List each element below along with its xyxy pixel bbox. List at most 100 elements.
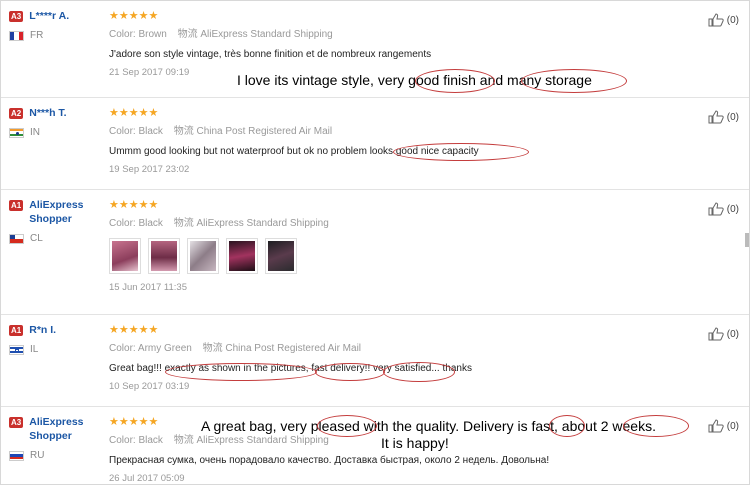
review-photo[interactable] bbox=[109, 238, 141, 274]
rating-stars: ★★★★★ bbox=[109, 324, 159, 336]
reviewer-country: CL bbox=[9, 233, 101, 244]
color-label: Color: bbox=[109, 435, 136, 446]
review-item: A3 AliExpress Shopper RU ★★★★★ Color: Bl… bbox=[1, 407, 749, 484]
flag-fr-icon bbox=[9, 30, 24, 41]
translation-annotation: A great bag, very pleased with the quali… bbox=[201, 418, 656, 434]
helpful-count: (0) bbox=[726, 328, 739, 340]
buyer-level-badge: A1 bbox=[9, 325, 24, 336]
reviewer-info: A1 R*n I. IL bbox=[9, 323, 101, 355]
color-value: Army Green bbox=[137, 343, 192, 354]
buyer-level-badge: A3 bbox=[9, 417, 24, 428]
shipping-label: 物流 bbox=[173, 435, 194, 446]
flag-il-icon bbox=[9, 344, 24, 355]
reviewer-info: A3 L****r A. FR bbox=[9, 9, 101, 41]
buyer-level-badge: A3 bbox=[9, 11, 24, 22]
helpful-count: (0) bbox=[726, 14, 739, 26]
flag-ru-icon bbox=[9, 450, 24, 461]
order-info: Color: Brown 物流 AliExpress Standard Ship… bbox=[109, 28, 669, 41]
order-info: Color: Army Green 物流 China Post Register… bbox=[109, 342, 669, 355]
review-date: 15 Jun 2017 11:35 bbox=[109, 282, 188, 293]
review-item: A1 AliExpress Shopper CL ★★★★★ Color: Bl… bbox=[1, 190, 749, 315]
flag-cl-icon bbox=[9, 233, 24, 244]
reviewer-country: IL bbox=[9, 344, 101, 355]
review-content: ★★★★★ Color: Black 物流 AliExpress Standar… bbox=[109, 198, 669, 294]
reviewer-name[interactable]: AliExpress Shopper bbox=[29, 415, 101, 443]
helpful-count: (0) bbox=[726, 420, 739, 432]
thumbs-up-icon bbox=[708, 202, 724, 216]
review-photo[interactable] bbox=[226, 238, 258, 274]
reviewer-name[interactable]: N***h T. bbox=[29, 106, 66, 120]
review-text: J'adore son style vintage, très bonne fi… bbox=[109, 49, 432, 60]
shipping-method: China Post Registered Air Mail bbox=[225, 343, 362, 354]
shipping-method: AliExpress Standard Shipping bbox=[196, 218, 329, 229]
helpful-count: (0) bbox=[726, 203, 739, 215]
helpful-count: (0) bbox=[726, 111, 739, 123]
reviewer-country: FR bbox=[9, 30, 101, 41]
translation-annotation: It is happy! bbox=[381, 435, 449, 451]
flag-in-icon bbox=[9, 127, 24, 138]
review-list: A3 L****r A. FR ★★★★★ Color: Brown 物流 Al… bbox=[0, 0, 750, 485]
helpful-button[interactable]: (0) bbox=[708, 327, 739, 341]
reviewer-name[interactable]: R*n I. bbox=[29, 323, 56, 337]
review-photos bbox=[109, 238, 669, 274]
reviewer-info: A2 N***h T. IN bbox=[9, 106, 101, 138]
helpful-button[interactable]: (0) bbox=[708, 419, 739, 433]
reviewer-info: A3 AliExpress Shopper RU bbox=[9, 415, 101, 461]
review-item: A2 N***h T. IN ★★★★★ Color: Black 物流 Chi… bbox=[1, 98, 749, 190]
review-text: Ummm good looking but not waterproof but… bbox=[109, 146, 479, 157]
helpful-button[interactable]: (0) bbox=[708, 13, 739, 27]
review-item: A3 L****r A. FR ★★★★★ Color: Brown 物流 Al… bbox=[1, 1, 749, 98]
rating-stars: ★★★★★ bbox=[109, 199, 159, 211]
review-item: A1 R*n I. IL ★★★★★ Color: Army Green 物流 … bbox=[1, 315, 749, 407]
rating-stars: ★★★★★ bbox=[109, 10, 159, 22]
color-label: Color: bbox=[109, 29, 136, 40]
shipping-label: 物流 bbox=[173, 218, 194, 229]
country-code: FR bbox=[30, 30, 44, 41]
thumbs-up-icon bbox=[708, 327, 724, 341]
reviewer-name[interactable]: AliExpress Shopper bbox=[29, 198, 101, 226]
helpful-button[interactable]: (0) bbox=[708, 202, 739, 216]
review-text: Прекрасная сумка, очень порадовало качес… bbox=[109, 455, 550, 466]
review-photo[interactable] bbox=[265, 238, 297, 274]
review-text: Great bag!!! exactly as shown in the pic… bbox=[109, 363, 472, 374]
rating-stars: ★★★★★ bbox=[109, 107, 159, 119]
thumbs-up-icon bbox=[708, 110, 724, 124]
order-info: Color: Black 物流 AliExpress Standard Ship… bbox=[109, 217, 669, 230]
shipping-label: 物流 bbox=[202, 343, 223, 354]
color-value: Black bbox=[138, 126, 163, 137]
shipping-method: China Post Registered Air Mail bbox=[196, 126, 333, 137]
translation-annotation: I love its vintage style, very good fini… bbox=[237, 72, 592, 88]
review-date: 19 Sep 2017 23:02 bbox=[109, 164, 190, 175]
review-photo[interactable] bbox=[187, 238, 219, 274]
review-content: ★★★★★ Color: Army Green 物流 China Post Re… bbox=[109, 323, 669, 393]
color-value: Black bbox=[138, 435, 163, 446]
review-photo[interactable] bbox=[148, 238, 180, 274]
scrollbar-thumb[interactable] bbox=[745, 233, 749, 247]
buyer-level-badge: A1 bbox=[9, 200, 24, 211]
color-label: Color: bbox=[109, 126, 136, 137]
helpful-button[interactable]: (0) bbox=[708, 110, 739, 124]
color-value: Brown bbox=[138, 29, 167, 40]
review-content: ★★★★★ Color: Brown 物流 AliExpress Standar… bbox=[109, 9, 669, 79]
thumbs-up-icon bbox=[708, 419, 724, 433]
review-content: ★★★★★ Color: Black 物流 China Post Registe… bbox=[109, 106, 669, 176]
shipping-label: 物流 bbox=[173, 126, 194, 137]
reviewer-country: RU bbox=[9, 450, 101, 461]
reviewer-name[interactable]: L****r A. bbox=[29, 9, 69, 23]
shipping-label: 物流 bbox=[177, 29, 198, 40]
thumbs-up-icon bbox=[708, 13, 724, 27]
color-label: Color: bbox=[109, 343, 136, 354]
order-info: Color: Black 物流 China Post Registered Ai… bbox=[109, 125, 669, 138]
country-code: CL bbox=[30, 233, 43, 244]
review-date: 26 Jul 2017 05:09 bbox=[109, 473, 185, 484]
country-code: IN bbox=[30, 127, 40, 138]
country-code: RU bbox=[30, 450, 45, 461]
color-label: Color: bbox=[109, 218, 136, 229]
color-value: Black bbox=[138, 218, 163, 229]
shipping-method: AliExpress Standard Shipping bbox=[196, 435, 329, 446]
reviewer-country: IN bbox=[9, 127, 101, 138]
country-code: IL bbox=[30, 344, 39, 355]
shipping-method: AliExpress Standard Shipping bbox=[200, 29, 333, 40]
review-date: 10 Sep 2017 03:19 bbox=[109, 381, 190, 392]
reviewer-info: A1 AliExpress Shopper CL bbox=[9, 198, 101, 244]
